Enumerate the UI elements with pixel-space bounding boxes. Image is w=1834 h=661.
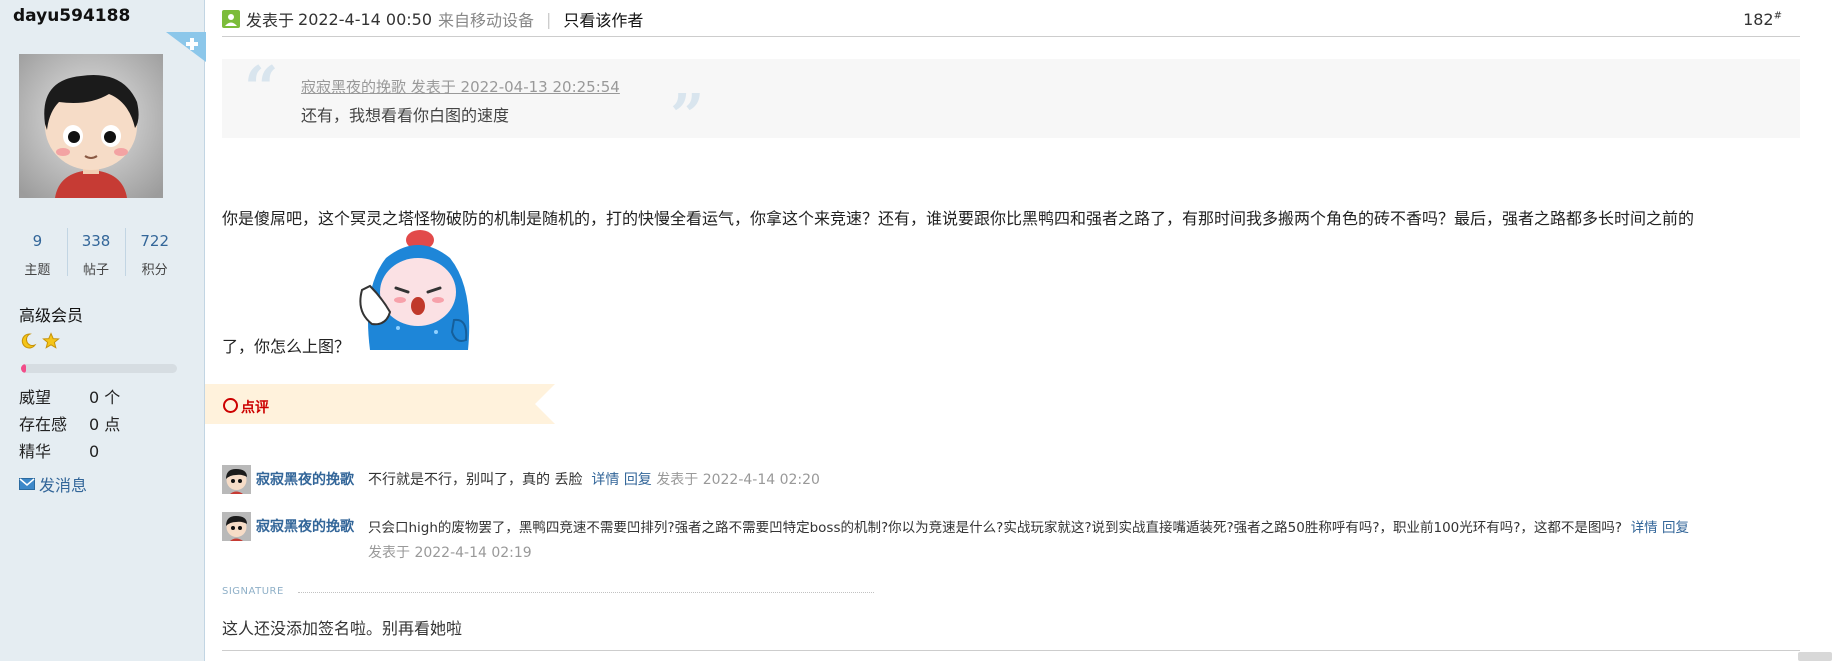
profile-row-prestige: 威望 0 个	[19, 384, 120, 411]
floor-value: 182	[1743, 10, 1774, 29]
profile-fields: 威望 0 个 存在感 0 点 精华 0	[19, 384, 120, 465]
profile-row-presence: 存在感 0 点	[19, 411, 120, 438]
comment-item: 寂寂黑夜的挽歌 只会口high的废物罢了，黑鸭四竞速不需要凹排列?强者之路不需要…	[222, 512, 1800, 562]
rank-icons	[19, 332, 60, 354]
crying-sticker-image	[356, 228, 474, 350]
post-body-line2: 了，你怎么上图？	[222, 337, 351, 356]
profile-value: 0 个	[89, 388, 121, 407]
comment-content: 只会口high的废物罢了，黑鸭四竞速不需要凹排列?强者之路不需要凹特定boss的…	[368, 516, 1689, 536]
separator: |	[546, 9, 552, 29]
comment-content: 不行就是不行，别叫了，真的 丢脸 详情 回复 发表于 2022-4-14 02:…	[368, 469, 820, 489]
comment-username[interactable]: 寂寂黑夜的挽歌	[256, 469, 354, 489]
moon-icon	[19, 333, 42, 354]
post-date: 2022-4-14 00:50	[298, 9, 433, 29]
quote-block: “ 寂寂黑夜的挽歌 发表于 2022-04-13 20:25:54 还有，我想看…	[222, 54, 1800, 147]
comment-text: 不行就是不行，别叫了，真的 丢脸	[368, 472, 583, 488]
comment-detail-link[interactable]: 详情	[591, 472, 619, 488]
stat-topics[interactable]: 9 主题	[8, 226, 67, 280]
signature-label: SIGNATURE	[222, 586, 284, 597]
stat-posts-label: 帖子	[83, 263, 110, 278]
envelope-icon	[19, 475, 35, 494]
rank-progress-fill	[21, 364, 26, 373]
comment-reply-link[interactable]: 回复	[1662, 520, 1689, 536]
username[interactable]: dayu594188	[13, 6, 130, 26]
post-device: 来自移动设备	[438, 11, 535, 30]
profile-value: 0	[89, 442, 100, 461]
profile-value: 0 点	[89, 415, 121, 434]
comment-avatar[interactable]	[222, 512, 251, 541]
post-header: 发表于 2022-4-14 00:50 来自移动设备 | 只看该作者 182#	[222, 0, 1800, 37]
quote-close-icon: ”	[670, 82, 705, 152]
send-message-label: 发消息	[39, 476, 88, 495]
comment-time: 发表于 2022-4-14 02:19	[368, 545, 532, 561]
corner-badge-icon	[166, 32, 206, 62]
floor-number[interactable]: 182#	[1743, 10, 1782, 29]
stat-points[interactable]: 722 积分	[125, 226, 184, 280]
stat-points-label: 积分	[141, 263, 168, 278]
send-message-link[interactable]: 发消息	[19, 472, 87, 496]
post-date-label: 发表于	[246, 11, 295, 30]
page-edge	[1810, 0, 1834, 661]
user-rank[interactable]: 高级会员	[19, 302, 83, 326]
user-info-panel: dayu594188 9 主题 338 帖子 722 积分 高级会员 威望 0 …	[0, 0, 206, 661]
only-author-link[interactable]: 只看该作者	[563, 7, 643, 31]
stat-topics-label: 主题	[24, 263, 51, 278]
profile-key: 存在感	[19, 415, 68, 434]
signature-divider	[298, 592, 874, 593]
signature-text: 这人还没添加签名啦。别再看她啦	[222, 619, 463, 638]
quote-text: 还有，我想看看你白图的速度	[301, 106, 510, 125]
stat-points-value: 722	[140, 232, 169, 250]
comment-time: 发表于 2022-4-14 02:20	[656, 472, 820, 488]
post-bottom-divider	[222, 650, 1800, 651]
comment-text: 只会口high的废物罢了，黑鸭四竞速不需要凹排列?强者之路不需要凹特定boss的…	[368, 520, 1623, 536]
post-meta: 发表于 2022-4-14 00:50 来自移动设备 | 只看该作者	[222, 7, 643, 31]
scrollbar-thumb[interactable]	[1798, 652, 1832, 661]
stat-posts-value: 338	[81, 232, 111, 250]
comment-tab[interactable]: 点评	[205, 384, 555, 424]
comment-reply-link[interactable]: 回复	[624, 472, 652, 488]
profile-key: 威望	[19, 388, 52, 407]
profile-row-digest: 精华 0	[19, 438, 120, 465]
quote-open-icon: “	[244, 54, 279, 124]
profile-key: 精华	[19, 442, 52, 461]
comment-username[interactable]: 寂寂黑夜的挽歌	[256, 516, 354, 536]
avatar[interactable]	[19, 54, 163, 198]
comment-avatar[interactable]	[222, 465, 251, 494]
stat-posts[interactable]: 338 帖子	[66, 226, 126, 280]
post-body-line1: 你是傻屌吧，这个冥灵之塔怪物破防的机制是随机的，打的快慢全看运气，你拿这个来竞速…	[222, 209, 1695, 228]
user-online-icon	[222, 10, 240, 28]
quote-source-link[interactable]: 寂寂黑夜的挽歌 发表于 2022-04-13 20:25:54	[301, 76, 620, 97]
rank-progress-bar	[21, 364, 177, 373]
comment-tab-label: 点评	[241, 400, 269, 416]
comment-item: 寂寂黑夜的挽歌 不行就是不行，别叫了，真的 丢脸 详情 回复 发表于 2022-…	[222, 465, 922, 495]
stat-topics-value: 9	[32, 232, 43, 250]
comment-circle-icon	[223, 398, 238, 413]
user-stats: 9 主题 338 帖子 722 积分	[8, 226, 184, 280]
comment-detail-link[interactable]: 详情	[1631, 520, 1658, 536]
floor-suffix: #	[1773, 10, 1782, 22]
star-icon	[42, 332, 60, 354]
